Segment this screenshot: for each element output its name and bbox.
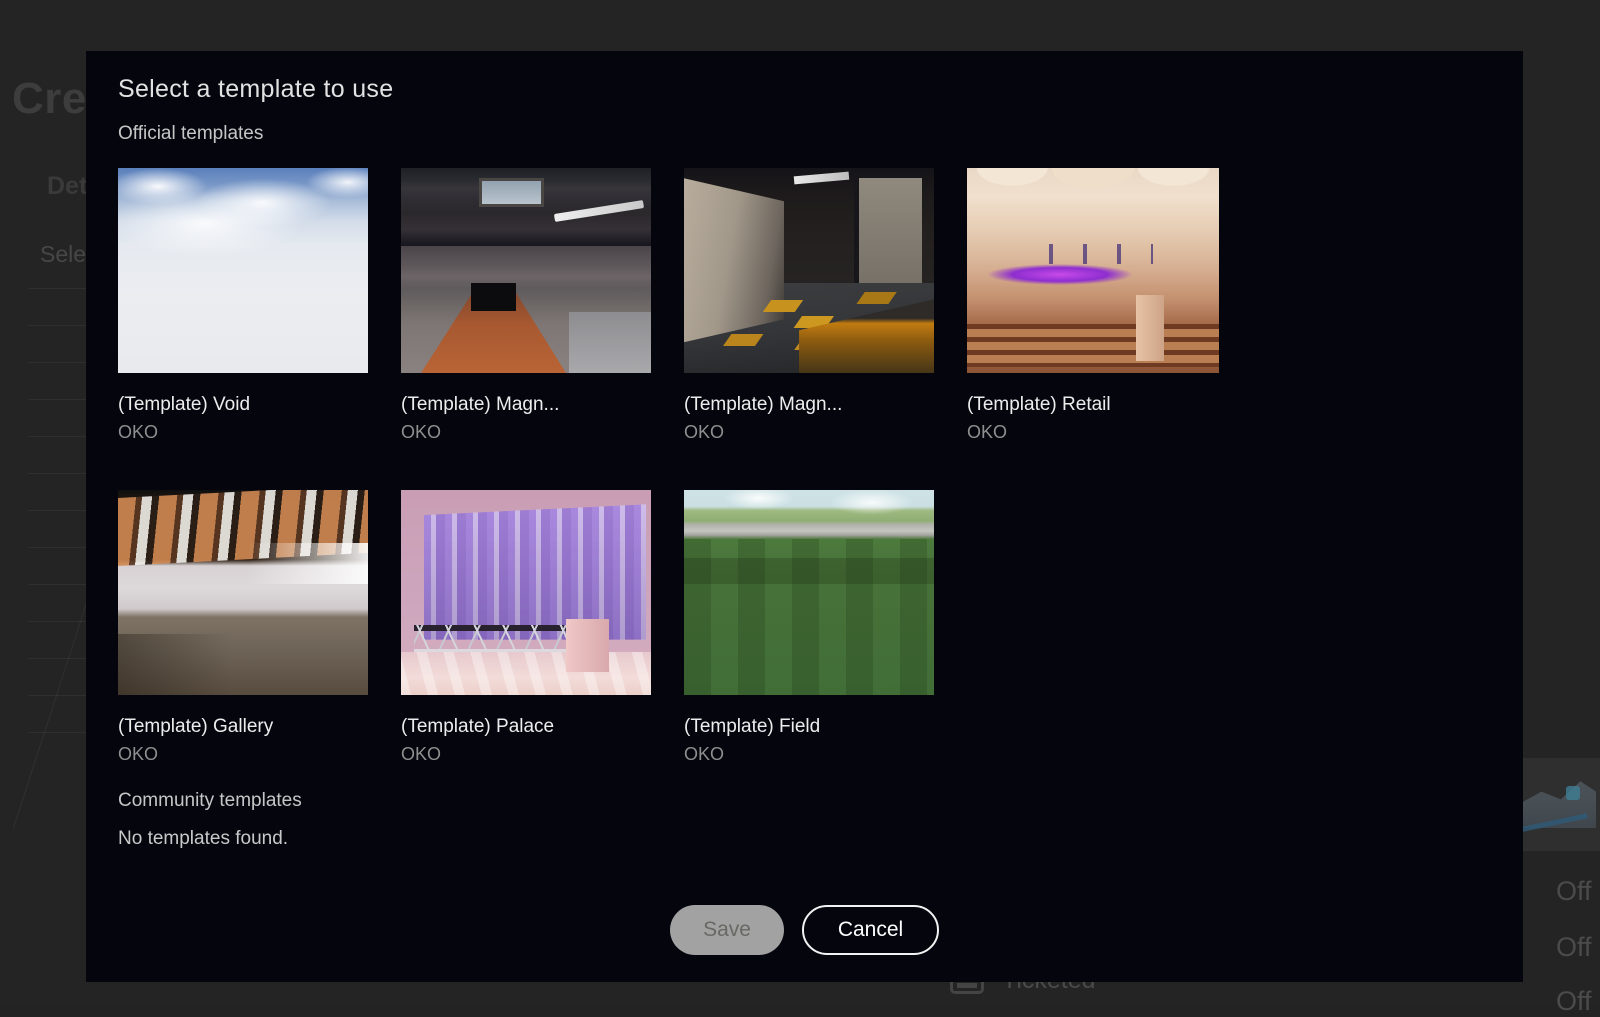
template-thumbnail-grass-field (684, 490, 934, 695)
template-card-gallery[interactable]: (Template) Gallery OKO (118, 490, 368, 765)
floor-right-shape (569, 312, 652, 374)
template-author: OKO (118, 744, 368, 765)
skylight-shape (479, 178, 544, 207)
steps-shape (967, 324, 1219, 367)
template-thumbnail-retail-atrium (967, 168, 1219, 373)
left-wall-shape (684, 178, 784, 342)
template-author: OKO (684, 744, 934, 765)
template-thumbnail-void (118, 168, 368, 373)
template-name: (Template) Palace (401, 716, 651, 738)
dialog-footer: Save Cancel (86, 905, 1523, 955)
template-author: OKO (401, 422, 651, 443)
screen-shape (471, 283, 516, 312)
dialog-title: Select a template to use (118, 75, 393, 104)
window-light-shape (248, 543, 368, 584)
template-grid: (Template) Void OKO (Template) Magn... O… (118, 168, 1498, 812)
pedestal-shape (566, 619, 609, 672)
template-card-field[interactable]: (Template) Field OKO (684, 490, 934, 765)
template-thumbnail-led-wall-room (401, 490, 651, 695)
purple-glow-shape (987, 264, 1133, 285)
template-thumbnail-gallery-hall (118, 490, 368, 695)
template-name: (Template) Magn... (684, 394, 934, 416)
template-name: (Template) Gallery (118, 716, 368, 738)
pillar-shape (1136, 295, 1164, 361)
led-strip-wall-shape (424, 504, 647, 639)
ceiling-light-shape (794, 172, 850, 185)
ceiling-light-shape (553, 200, 643, 222)
template-thumbnail-office-corridor (684, 168, 934, 373)
template-card-palace[interactable]: (Template) Palace OKO (401, 490, 651, 765)
template-author: OKO (967, 422, 1219, 443)
community-templates-label: Community templates (118, 790, 302, 812)
puzzle-piece-icon (1566, 786, 1580, 800)
toggle-label-off-3: Off (1556, 986, 1592, 1017)
save-button[interactable]: Save (670, 905, 784, 955)
page-title: Cre (12, 74, 87, 124)
toggle-label-off-2: Off (1556, 932, 1592, 963)
template-card-magn-1[interactable]: (Template) Magn... OKO (401, 168, 651, 443)
official-templates-label: Official templates (118, 123, 263, 145)
toggle-label-off-1: Off (1556, 876, 1592, 907)
template-thumbnail-industrial-loft (401, 168, 651, 373)
template-name: (Template) Field (684, 716, 934, 738)
cancel-button[interactable]: Cancel (802, 905, 939, 955)
template-author: OKO (684, 422, 934, 443)
community-empty-text: No templates found. (118, 828, 288, 850)
template-name: (Template) Retail (967, 394, 1219, 416)
template-author: OKO (118, 422, 368, 443)
template-name: (Template) Void (118, 394, 368, 416)
mannequins-shape (1033, 244, 1154, 265)
select-template-dialog: Select a template to use Official templa… (86, 51, 1523, 982)
template-card-magn-2[interactable]: (Template) Magn... OKO (684, 168, 934, 443)
template-name: (Template) Magn... (401, 394, 651, 416)
template-author: OKO (401, 744, 651, 765)
grass-shade-band-shape (684, 558, 934, 585)
template-card-retail[interactable]: (Template) Retail OKO (967, 168, 1219, 443)
pink-floor-shape (401, 652, 651, 695)
floor-shadow-shape (118, 634, 231, 696)
tab-details: Det (47, 172, 87, 201)
railing-shape (414, 625, 569, 652)
template-card-void[interactable]: (Template) Void OKO (118, 168, 368, 443)
